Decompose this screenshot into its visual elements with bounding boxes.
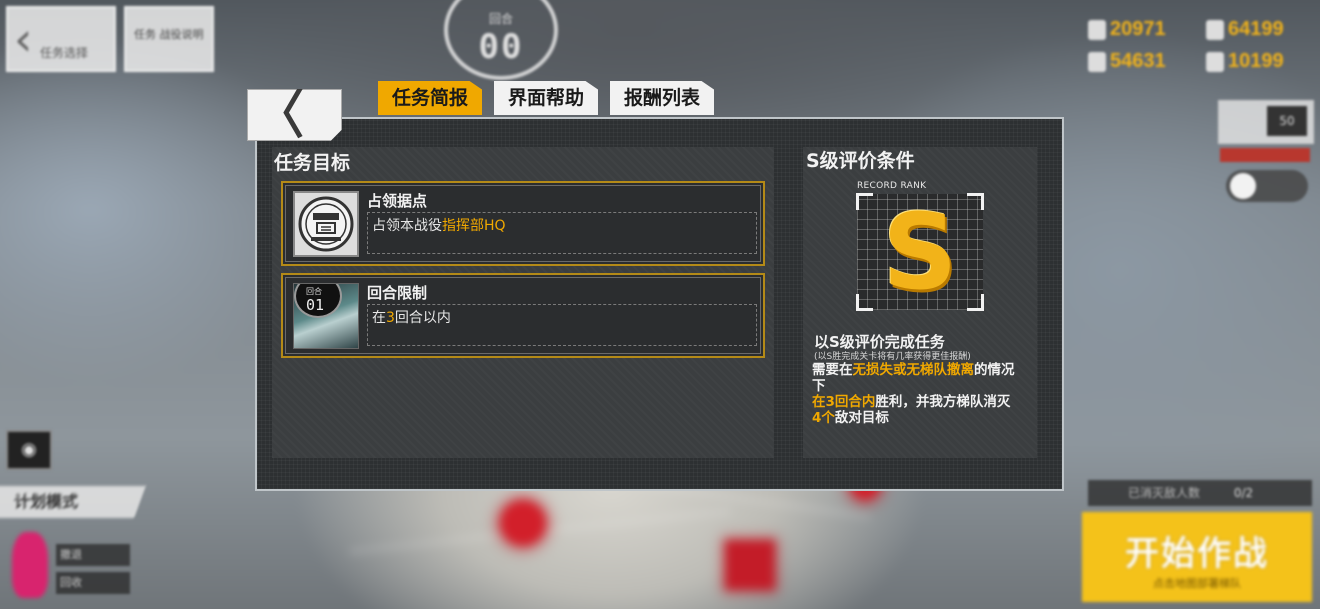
objective-description: 占领本战役指挥部HQ xyxy=(367,212,757,254)
ammo-icon xyxy=(1206,20,1224,40)
turn-label: 回合 xyxy=(488,12,513,26)
end-turn-box: 50 xyxy=(1267,106,1307,136)
rank-letter: S xyxy=(882,191,958,313)
s-rank-title: S级评价条件 xyxy=(806,150,915,172)
chevron-left-icon: 〈 xyxy=(256,84,305,146)
mission-info-button[interactable]: 任务 战役说明 xyxy=(124,6,214,72)
manpower-icon xyxy=(1088,20,1106,40)
toggle-knob xyxy=(1230,173,1256,199)
side-label-1[interactable]: 撤退 xyxy=(56,544,130,566)
objectives-title: 任务目标 xyxy=(274,152,351,174)
fairy-icon[interactable] xyxy=(12,532,48,598)
rank-note: (以S胜完成关卡将有几率获得更佳报酬) xyxy=(814,352,971,362)
side-label-2[interactable]: 回收 xyxy=(56,572,130,594)
ammo-value: 64199 xyxy=(1228,18,1284,40)
objective-card-turn-limit: 回合 01 回合限制 在3回合以内 xyxy=(281,273,765,358)
planning-mode-label: 计划模式 xyxy=(14,492,79,511)
objective-name: 回合限制 xyxy=(367,284,428,302)
rank-badge: S xyxy=(856,191,984,313)
return-to-mission-select-button[interactable]: ‹ 任务选择 xyxy=(6,6,116,72)
hq-emblem-icon xyxy=(293,191,359,257)
eye-icon[interactable]: ◉ xyxy=(6,430,52,470)
turn-value: 00 xyxy=(478,27,524,67)
manpower-value: 20971 xyxy=(1110,18,1166,40)
objective-name: 占领据点 xyxy=(367,192,428,210)
enemy-count-value: 0/2 xyxy=(1233,486,1254,500)
turn-counter-icon: 回合 01 xyxy=(293,283,359,349)
right-status-bar xyxy=(1220,148,1310,162)
planning-mode-button[interactable]: 计划模式 xyxy=(0,486,146,518)
tab-ui-help[interactable]: 界面帮助 xyxy=(494,81,598,115)
objective-card-capture: 占领据点 占领本战役指挥部HQ xyxy=(281,181,765,266)
end-turn-panel[interactable]: 50 xyxy=(1218,100,1314,144)
start-operation-button[interactable]: 开始作战 点击地图部署梯队 xyxy=(1082,512,1312,602)
enemy-kill-counter: 已消灭敌人数 0/2 xyxy=(1088,480,1312,506)
mission-info-label: 任务 战役说明 xyxy=(134,28,204,41)
chevron-left-icon: ‹ xyxy=(14,12,33,66)
auto-toggle[interactable] xyxy=(1226,170,1308,202)
start-operation-sub: 点击地图部署梯队 xyxy=(1153,577,1241,590)
start-operation-label: 开始作战 xyxy=(1125,534,1269,574)
rank-conditions: 需要在无损失或无梯队撤离的情况下 在3回合内胜利，并我方梯队消灭 4个敌对目标 xyxy=(812,362,1015,426)
return-label: 任务选择 xyxy=(40,46,89,60)
tab-reward-list[interactable]: 报酬列表 xyxy=(610,81,714,115)
parts-value: 10199 xyxy=(1228,50,1284,72)
objective-description: 在3回合以内 xyxy=(367,304,757,346)
rations-value: 54631 xyxy=(1110,50,1166,72)
dialog-back-button[interactable]: 〈 xyxy=(247,89,342,141)
rations-icon xyxy=(1088,52,1106,72)
enemy-count-label: 已消灭敌人数 xyxy=(1128,486,1201,500)
tab-mission-brief[interactable]: 任务简报 xyxy=(378,81,482,115)
parts-icon xyxy=(1206,52,1224,72)
